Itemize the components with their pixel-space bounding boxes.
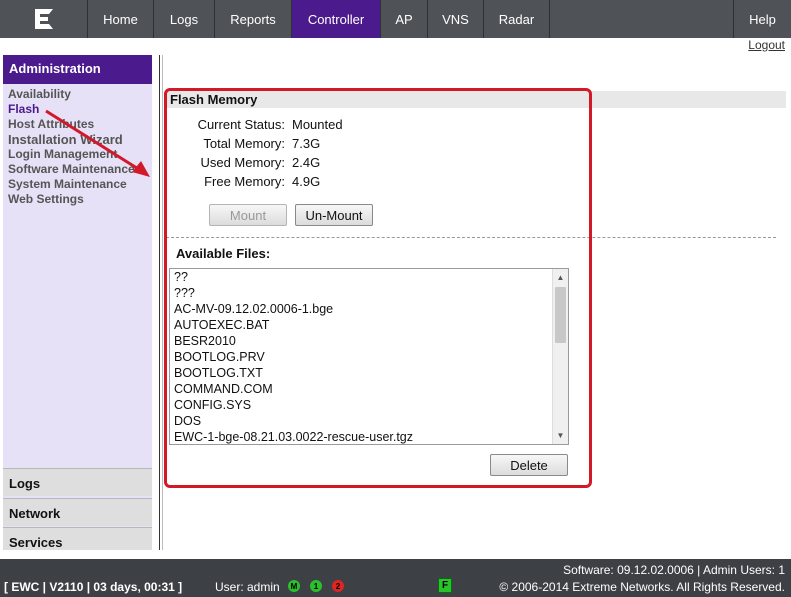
file-list-item[interactable]: AC-MV-09.12.02.0006-1.bge [170,301,568,317]
used-memory-value: 2.4G [292,155,321,170]
nav-tab-reports[interactable]: Reports [215,0,292,38]
free-memory-label: Free Memory: [204,174,285,189]
scroll-up-arrow-icon[interactable]: ▲ [553,270,568,285]
nav-tab-ap[interactable]: AP [381,0,428,38]
controller-status: [ EWC | V2110 | 03 days, 00:31 ] [4,580,183,594]
sidebar-item-system-maintenance[interactable]: System Maintenance [8,177,152,192]
file-list-item[interactable]: DOS [170,413,568,429]
top-nav-bar: Home Logs Reports Controller AP VNS Rada… [0,0,791,38]
sidebar: Administration Availability Flash Host A… [3,55,152,550]
one-indicator-icon[interactable]: 1 [310,580,322,592]
current-user: User: admin [215,580,280,594]
scroll-down-arrow-icon[interactable]: ▼ [553,428,568,443]
delete-button[interactable]: Delete [490,454,568,476]
help-link[interactable]: Help [733,0,791,38]
f-status-badge[interactable]: F [438,578,452,593]
sidebar-item-login-management[interactable]: Login Management [8,147,152,162]
file-list-item[interactable]: BOOTLOG.PRV [170,349,568,365]
used-memory-label: Used Memory: [200,155,285,170]
file-list-item[interactable]: AUTOEXEC.BAT [170,317,568,333]
sidebar-section-logs[interactable]: Logs [3,468,152,496]
sidebar-item-flash[interactable]: Flash [8,102,152,117]
free-memory-value: 4.9G [292,174,321,189]
m-indicator-icon[interactable]: M [288,580,300,592]
two-indicator-icon[interactable]: 2 [332,580,344,592]
file-list-item[interactable]: COMMAND.COM [170,381,568,397]
file-list-scrollbar[interactable]: ▲ ▼ [552,269,568,444]
file-list-item[interactable]: ?? [170,269,568,285]
sidebar-item-installation-wizard[interactable]: Installation Wizard [8,132,152,147]
sidebar-section-services[interactable]: Services [3,527,152,550]
file-list-item[interactable]: BOOTLOG.TXT [170,365,568,381]
file-list-item[interactable]: BESR2010 [170,333,568,349]
sidebar-item-host-attributes[interactable]: Host Attributes [8,117,152,132]
total-memory-label: Total Memory: [203,136,285,151]
sidebar-divider-inner [162,55,163,550]
file-listbox[interactable]: ?? ??? AC-MV-09.12.02.0006-1.bge AUTOEXE… [169,268,569,445]
mount-button[interactable]: Mount [209,204,287,226]
sidebar-divider [159,55,160,550]
current-status-value: Mounted [292,117,343,132]
nav-tab-home[interactable]: Home [88,0,154,38]
sidebar-section-network[interactable]: Network [3,498,152,526]
total-memory-value: 7.3G [292,136,321,151]
sidebar-item-web-settings[interactable]: Web Settings [8,192,152,207]
extreme-networks-logo-icon[interactable] [0,0,88,38]
nav-tab-controller[interactable]: Controller [292,0,381,38]
panel-title: Flash Memory [170,92,258,107]
section-separator [166,237,776,238]
file-list-item[interactable]: EWC-1-bge-08.21.03.0022-rescue-user.tgz [170,429,568,444]
unmount-button[interactable]: Un-Mount [295,204,373,226]
status-footer: [ EWC | V2110 | 03 days, 00:31 ] User: a… [0,559,791,597]
sidebar-item-availability[interactable]: Availability [8,87,152,102]
available-files-label: Available Files: [176,246,271,261]
software-version: Software: 09.12.02.0006 | Admin Users: 1 [563,563,785,577]
nav-tab-logs[interactable]: Logs [154,0,215,38]
current-status-label: Current Status: [197,117,285,132]
sidebar-item-software-maintenance[interactable]: Software Maintenance [8,162,152,177]
nav-tab-radar[interactable]: Radar [484,0,550,38]
sidebar-menu: Availability Flash Host Attributes Insta… [3,84,152,207]
file-list-item[interactable]: ??? [170,285,568,301]
copyright-notice: © 2006-2014 Extreme Networks. All Rights… [499,580,785,594]
logout-link[interactable]: Logout [748,38,785,52]
sidebar-header-administration[interactable]: Administration [3,55,152,84]
scrollbar-thumb[interactable] [555,287,566,343]
file-list-item[interactable]: CONFIG.SYS [170,397,568,413]
panel-header-bar [166,91,786,108]
nav-tab-vns[interactable]: VNS [428,0,484,38]
